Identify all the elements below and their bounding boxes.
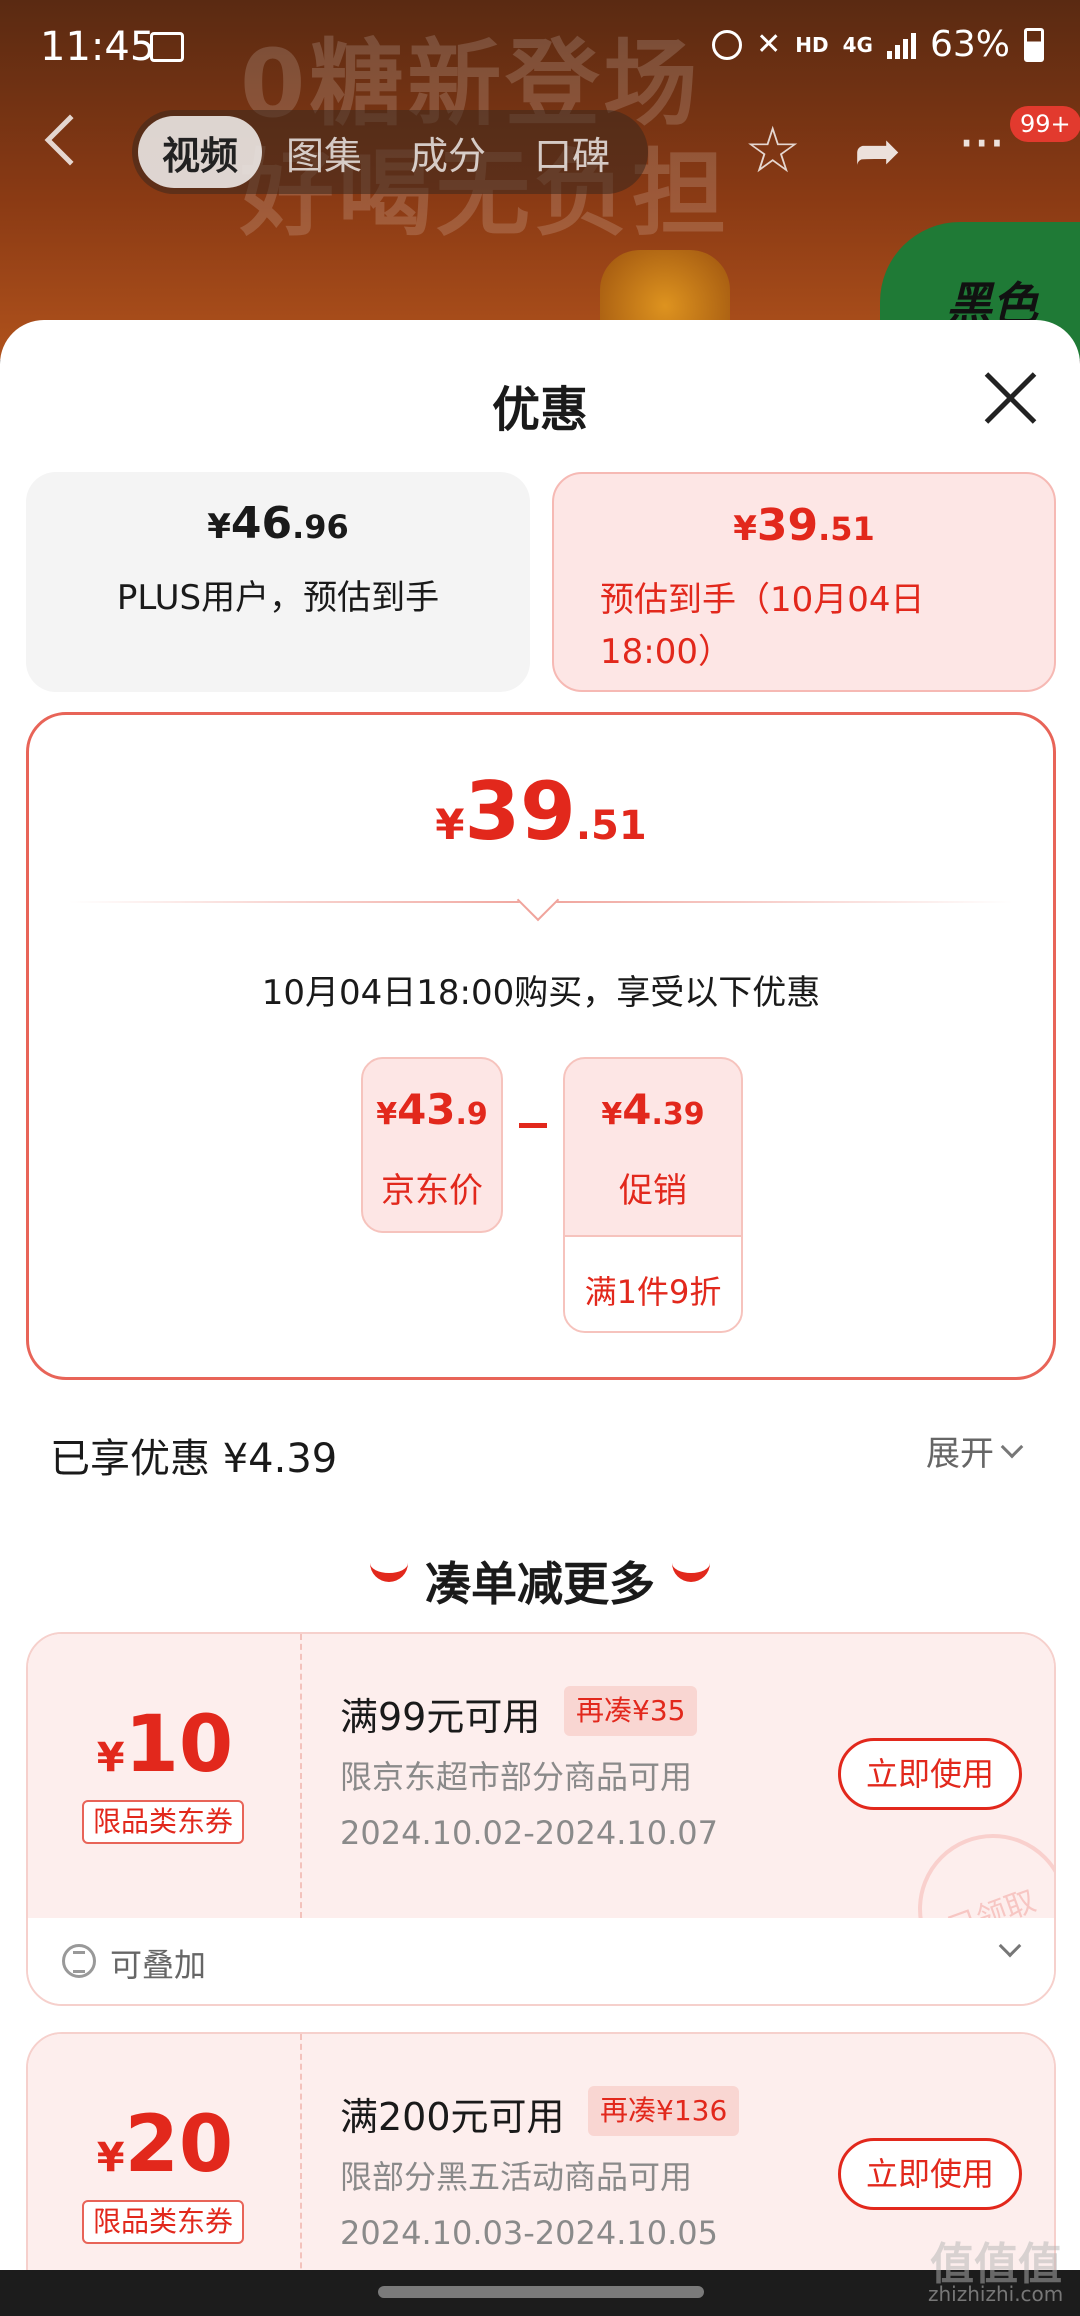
stackable-label: 可叠加 [110,1946,207,1984]
chevron-down-icon [1000,1435,1024,1458]
alarm-icon [712,29,743,60]
price-integer: 39 [756,500,819,551]
coupon-description: 限部分黑五活动商品可用 [340,2158,693,2196]
currency-symbol: ¥ [435,800,465,849]
estimated-price-card[interactable]: ¥39.51 预估到手（10月04日18:00） [552,472,1056,692]
currency-symbol: ¥ [733,509,757,549]
jd-price-label: 京东价 [381,1171,483,1211]
price-integer: 39 [464,765,576,858]
price-decimal: .51 [818,510,875,548]
expand-button[interactable]: 展开 [926,1426,1024,1475]
stackable-row[interactable]: 可叠加 [28,1918,1054,2004]
media-tabs: 视频 图集 成分 口碑 [132,110,648,194]
coupon-condition: 满99元可用 [340,1695,541,1739]
jd-price-box: ¥43.9 京东价 [361,1057,503,1233]
tab-reviews[interactable]: 口碑 [510,116,634,188]
price-decimal: .96 [292,508,349,546]
currency-symbol: ¥ [601,1097,623,1132]
promo-rule: 满1件9折 [565,1235,741,1331]
divider-notch [516,878,560,922]
coupon-amount: ¥20 [28,2100,302,2190]
section-title: 凑单减更多 [425,1557,655,1611]
signal-icon [886,31,916,59]
price-decimal: .9 [455,1097,488,1132]
plus-price: ¥46.96 [26,498,530,549]
status-icons: ✕ HD 4G 63% [712,24,1044,65]
currency-symbol: ¥ [207,507,231,547]
promo-box: ¥4.39 促销 满1件9折 [563,1057,743,1333]
promo-label: 促销 [619,1171,687,1211]
status-bar: 11:45 ✕ HD 4G 63% [0,0,1080,100]
watermark-site: zhizhizhi.com [928,2282,1064,2306]
promo-value: ¥4.39 [565,1085,741,1134]
coupon-amount-value: 20 [124,2100,234,2190]
coupon-card: ¥10 限品类东券 满99元可用 再凑¥35 限京东超市部分商品可用 2024.… [26,1632,1056,2006]
saved-amount: 已享优惠 ¥4.39 [50,1436,338,1482]
close-icon[interactable] [980,368,1040,428]
coupon-body: ¥10 限品类东券 满99元可用 再凑¥35 限京东超市部分商品可用 2024.… [28,1634,1054,1984]
price-breakdown-card: ¥39.51 10月04日18:00购买，享受以下优惠 ¥43.9 京东价 ¥4… [26,712,1056,1380]
currency-symbol: ¥ [376,1097,398,1132]
price-decimal: .39 [651,1097,705,1132]
promo-rule-text: 满1件9折 [584,1273,722,1311]
hd-icon: HD [795,32,829,57]
price-integer: 43 [397,1085,456,1134]
sheet-title: 优惠 [491,382,588,438]
coupon-amount: ¥10 [28,1700,302,1790]
price-integer: 4 [622,1085,652,1134]
coupon-date: 2024.10.03-2024.10.05 [340,2214,718,2252]
coupon-date: 2024.10.02-2024.10.07 [340,1814,718,1852]
home-indicator[interactable] [378,2286,704,2298]
coupon-condition: 满200元可用 [340,2095,565,2139]
price-decimal: .51 [575,803,647,849]
tab-gallery[interactable]: 图集 [262,116,386,188]
expand-label: 展开 [926,1434,994,1474]
currency-symbol: ¥ [96,2135,125,2181]
mute-icon: ✕ [756,27,782,62]
share-icon[interactable]: ➦ [854,120,901,184]
favorite-star-icon[interactable]: ☆ [744,116,801,186]
price-integer: 46 [230,498,293,549]
tab-video[interactable]: 视频 [138,116,263,188]
network-4g-icon: 4G [842,32,873,57]
coupon-description: 限京东超市部分商品可用 [340,1758,693,1796]
more-icon[interactable]: ··· [958,112,1005,175]
estimated-price: ¥39.51 [554,500,1054,551]
final-price: ¥39.51 [29,765,1053,858]
coupon-amount-value: 10 [124,1700,234,1790]
photo-icon [150,32,184,62]
status-time: 11:45 [40,24,156,70]
message-badge: 99+ [1010,106,1080,142]
coupon-gap-tag: 再凑¥136 [588,2086,740,2136]
purchase-time-note: 10月04日18:00购买，享受以下优惠 [261,973,821,1013]
use-now-button[interactable]: 立即使用 [838,2138,1022,2210]
use-now-button[interactable]: 立即使用 [838,1738,1022,1810]
jd-price-value: ¥43.9 [363,1085,501,1134]
currency-symbol: ¥ [96,1735,125,1781]
plus-price-card[interactable]: ¥46.96 PLUS用户，预估到手 [26,472,530,692]
coupon-gap-tag: 再凑¥35 [564,1686,698,1736]
coupon-type: 限品类东券 [82,1800,244,1844]
minus-sign [519,1123,547,1128]
chevron-down-icon [998,1934,1022,1958]
discount-sheet: 优惠 ¥46.96 PLUS用户，预估到手 ¥39.51 预估到手（10月04日… [0,320,1080,2316]
tab-ingredients[interactable]: 成分 [386,116,510,188]
stack-icon [62,1944,96,1978]
battery-percent: 63% [929,24,1010,65]
coupon-type: 限品类东券 [82,2200,244,2244]
coupon-left: ¥10 限品类东券 [28,1634,302,1918]
estimated-price-label: 预估到手（10月04日18:00） [600,580,925,672]
plus-price-label: PLUS用户，预估到手 [116,578,440,618]
battery-icon [1024,27,1044,62]
